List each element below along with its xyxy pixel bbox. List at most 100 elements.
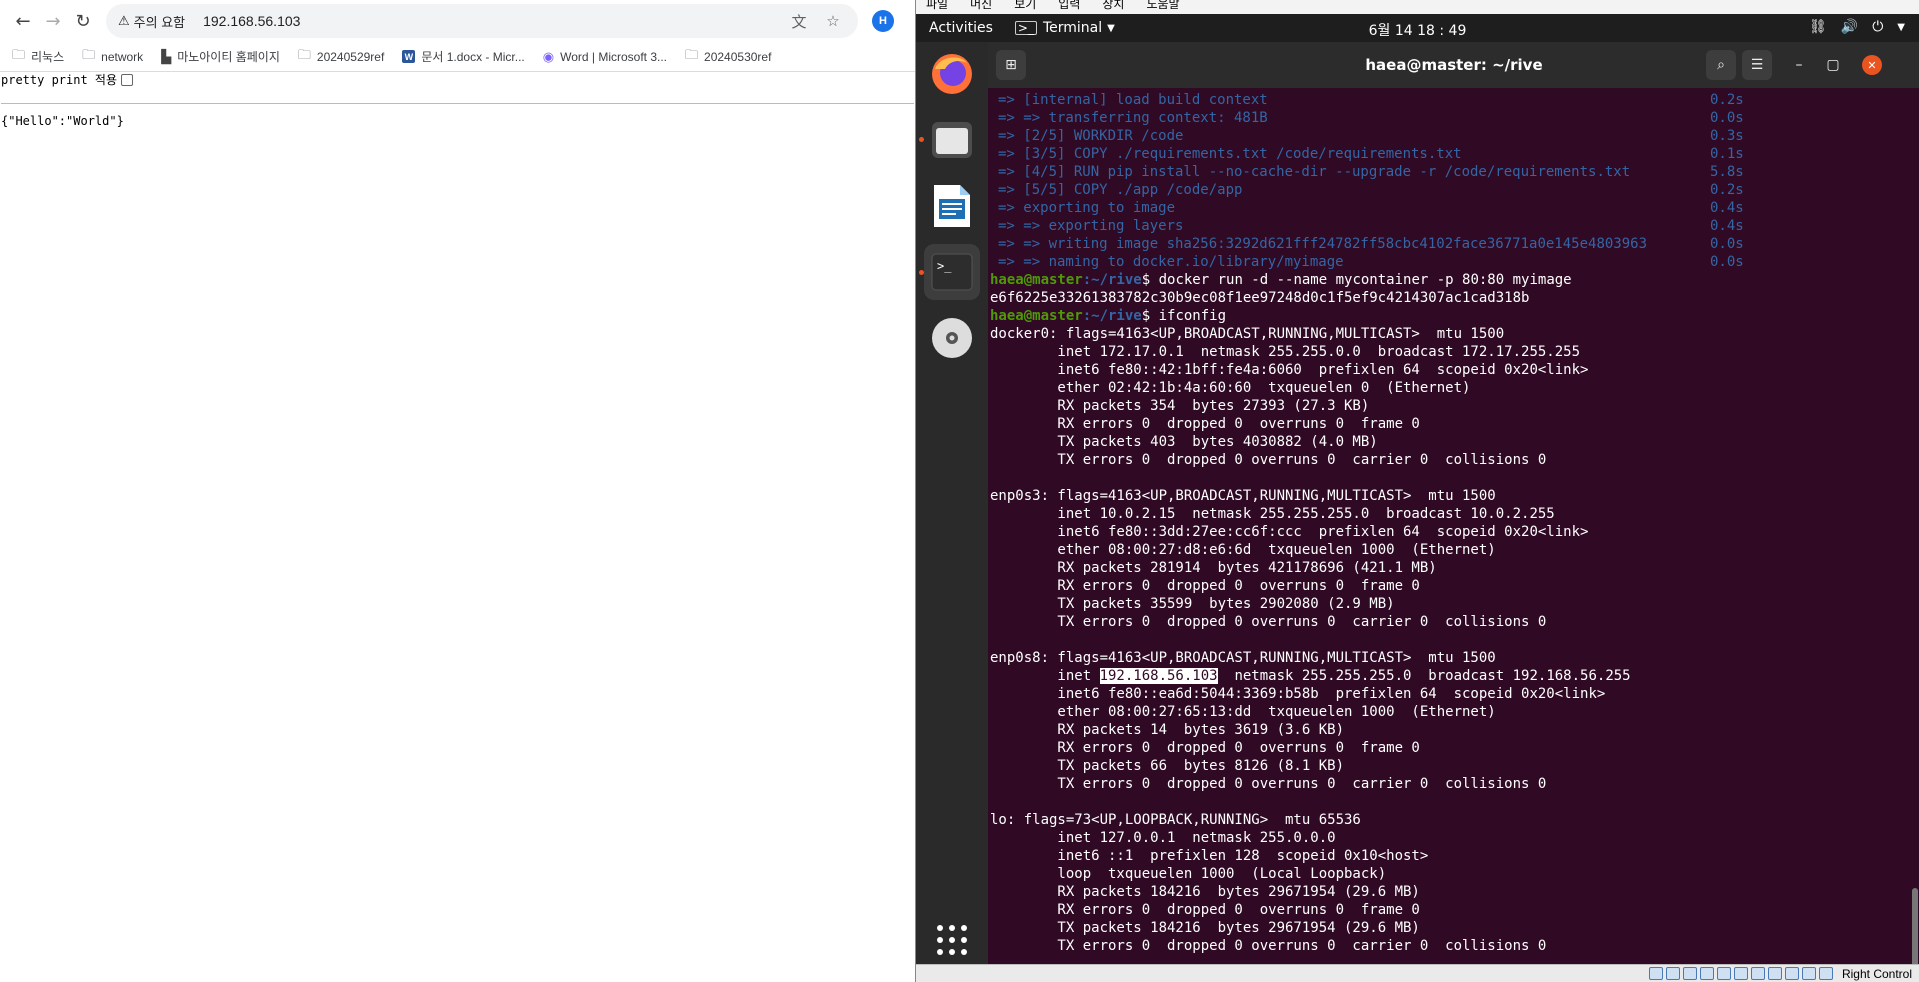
address-bar[interactable]: ⚠ 주의 요함 192.168.56.103 文 ☆ (106, 4, 858, 38)
output-line: inet6 fe80::ea6d:5044:3369:b58b prefixle… (990, 686, 1606, 702)
activities-button[interactable]: Activities (929, 20, 993, 36)
profile-avatar[interactable]: H (872, 10, 894, 32)
search-button[interactable]: ⌕ (1706, 50, 1736, 80)
app-menu-label: Terminal (1042, 20, 1103, 36)
menu-input[interactable]: 입력 (1058, 0, 1080, 11)
build-step-time: 0.2s (1710, 182, 1744, 198)
optical-drive-icon[interactable] (1665, 967, 1680, 980)
terminal-icon: >_ (931, 253, 973, 291)
inet-prefix: inet (990, 668, 1100, 684)
back-button[interactable]: ← (8, 6, 38, 36)
build-output-line: => [3/5] COPY ./requirements.txt /code/r… (990, 145, 1919, 163)
output-line: loop txqueuelen 1000 (Local Loopback) (990, 866, 1387, 882)
menu-machine[interactable]: 머신 (970, 0, 992, 11)
network-icon: ⛓ (1809, 19, 1827, 35)
menu-devices[interactable]: 장치 (1102, 0, 1124, 11)
cdrom-launcher[interactable] (924, 310, 980, 366)
output-line: inet6 fe80::42:1bff:fe4a:6060 prefixlen … (990, 362, 1589, 378)
virtualbox-window: 파일 머신 보기 입력 장치 도움말 Activities >_ Termina… (915, 0, 1919, 982)
build-step-time: 5.8s (1710, 164, 1744, 180)
output-line: RX errors 0 dropped 0 overruns 0 frame 0 (990, 578, 1420, 594)
files-launcher[interactable] (924, 112, 980, 168)
reload-button[interactable]: ↻ (68, 6, 98, 36)
keyboard-icon[interactable] (1818, 967, 1833, 980)
iface-lo-block: lo: flags=73<UP,LOOPBACK,RUNNING> mtu 65… (990, 811, 1919, 955)
page-content: pretty print 적용 {"Hello":"World"} (0, 73, 915, 128)
selected-ip-address[interactable]: 192.168.56.103 (1099, 668, 1218, 684)
build-step-time: 0.4s (1710, 200, 1744, 216)
bookmark-item[interactable]: W 문서 1.docx - Micr... (402, 48, 525, 65)
recording-icon[interactable] (1767, 967, 1782, 980)
maximize-button[interactable]: ▢ (1818, 50, 1848, 80)
output-line: inet6 fe80::3dd:27ee:cc6f:ccc prefixlen … (990, 524, 1589, 540)
security-warning-chip[interactable]: ⚠ 주의 요함 (118, 12, 195, 31)
power-icon: ⏻ (1872, 19, 1884, 35)
build-output-line: => [5/5] COPY ./app /code/app 0.2s (990, 181, 1919, 199)
build-step-text: => [4/5] RUN pip install --no-cache-dir … (998, 164, 1631, 180)
build-step-time: 0.2s (1710, 92, 1744, 108)
bookmark-item[interactable]: 🗀 20240529ref (298, 46, 384, 68)
build-output-line: => => naming to docker.io/library/myimag… (990, 253, 1919, 271)
display-icon[interactable] (1750, 967, 1765, 980)
bookmark-item[interactable]: ◉ Word | Microsoft 3... (543, 49, 667, 65)
build-step-text: => [internal] load build context (998, 92, 1268, 108)
bookmark-item[interactable]: 🗀 리눅스 (12, 46, 64, 68)
output-line: ether 02:42:1b:4a:60:60 txqueuelen 0 (Et… (990, 380, 1471, 396)
build-step-time: 0.0s (1710, 236, 1744, 252)
hard-disk-icon[interactable] (1648, 967, 1663, 980)
menu-help[interactable]: 도움말 (1146, 0, 1179, 11)
prompt-path: :~/rive (1082, 272, 1142, 288)
folder-icon: 🗀 (82, 46, 96, 62)
translate-icon[interactable]: 文 (786, 8, 812, 34)
pretty-print-checkbox[interactable] (121, 73, 134, 86)
bookmark-item[interactable]: 🗀 network (82, 46, 143, 68)
menu-file[interactable]: 파일 (926, 0, 948, 11)
bookmark-star-icon[interactable]: ☆ (820, 8, 846, 34)
bookmark-item[interactable]: 🗀 20240530ref (685, 46, 771, 68)
close-button[interactable]: ✕ (1862, 55, 1882, 75)
writer-launcher[interactable] (924, 178, 980, 234)
terminal-output[interactable]: => [internal] load build context 0.2s => =… (988, 88, 1919, 964)
virtualbox-statusbar: Right Control (916, 964, 1919, 982)
new-tab-button[interactable]: ⊞ (996, 50, 1026, 80)
app-menu[interactable]: >_ Terminal ▼ (1014, 20, 1115, 36)
hamburger-menu-button[interactable]: ☰ (1742, 50, 1772, 80)
maximize-icon: ▢ (1826, 57, 1840, 73)
terminal-scrollbar[interactable] (1912, 888, 1918, 964)
network-adapter-icon[interactable] (1699, 967, 1714, 980)
word-icon: W (402, 50, 416, 63)
mouse-integration-icon[interactable] (1801, 967, 1816, 980)
usb-icon[interactable] (1716, 967, 1731, 980)
volume-icon: 🔊 (1840, 19, 1859, 35)
output-line: docker0: flags=4163<UP,BROADCAST,RUNNING… (990, 326, 1505, 342)
terminal-launcher[interactable]: >_ (924, 244, 980, 300)
command-line: haea@master:~/rive$ docker run -d --name… (990, 271, 1919, 289)
hamburger-icon: ☰ (1750, 57, 1764, 73)
minimize-button[interactable]: – (1784, 50, 1814, 80)
cpu-icon[interactable] (1784, 967, 1799, 980)
show-applications-button[interactable] (924, 912, 980, 968)
minimize-icon: – (1795, 57, 1803, 73)
forward-button[interactable]: → (38, 6, 68, 36)
libreoffice-writer-icon (934, 185, 970, 227)
build-step-time: 0.0s (1710, 110, 1744, 126)
url-text[interactable]: 192.168.56.103 (203, 13, 778, 29)
json-response-text: {"Hello":"World"} (1, 114, 124, 128)
prompt-path: :~/rive (1082, 308, 1142, 324)
output-line: RX errors 0 dropped 0 overruns 0 frame 0 (990, 416, 1420, 432)
shared-folders-icon[interactable] (1733, 967, 1748, 980)
menu-view[interactable]: 보기 (1014, 0, 1036, 11)
output-line: TX errors 0 dropped 0 overruns 0 carrier… (990, 614, 1547, 630)
bookmark-item[interactable]: ▙ 마노아이티 홈페이지 (161, 48, 280, 65)
build-step-text: => exporting to image (998, 200, 1176, 216)
firefox-launcher[interactable] (924, 46, 980, 102)
virtualbox-menubar: 파일 머신 보기 입력 장치 도움말 (916, 0, 1919, 14)
build-step-time: 0.3s (1710, 128, 1744, 144)
system-tray[interactable]: ⛓ 🔊 ⏻ ▼ (1809, 19, 1905, 35)
audio-icon[interactable] (1682, 967, 1697, 980)
prompt-user: haea@master (990, 272, 1083, 288)
output-line: enp0s8: flags=4163<UP,BROADCAST,RUNNING,… (990, 650, 1496, 666)
caret-down-icon: ▼ (1107, 22, 1115, 34)
